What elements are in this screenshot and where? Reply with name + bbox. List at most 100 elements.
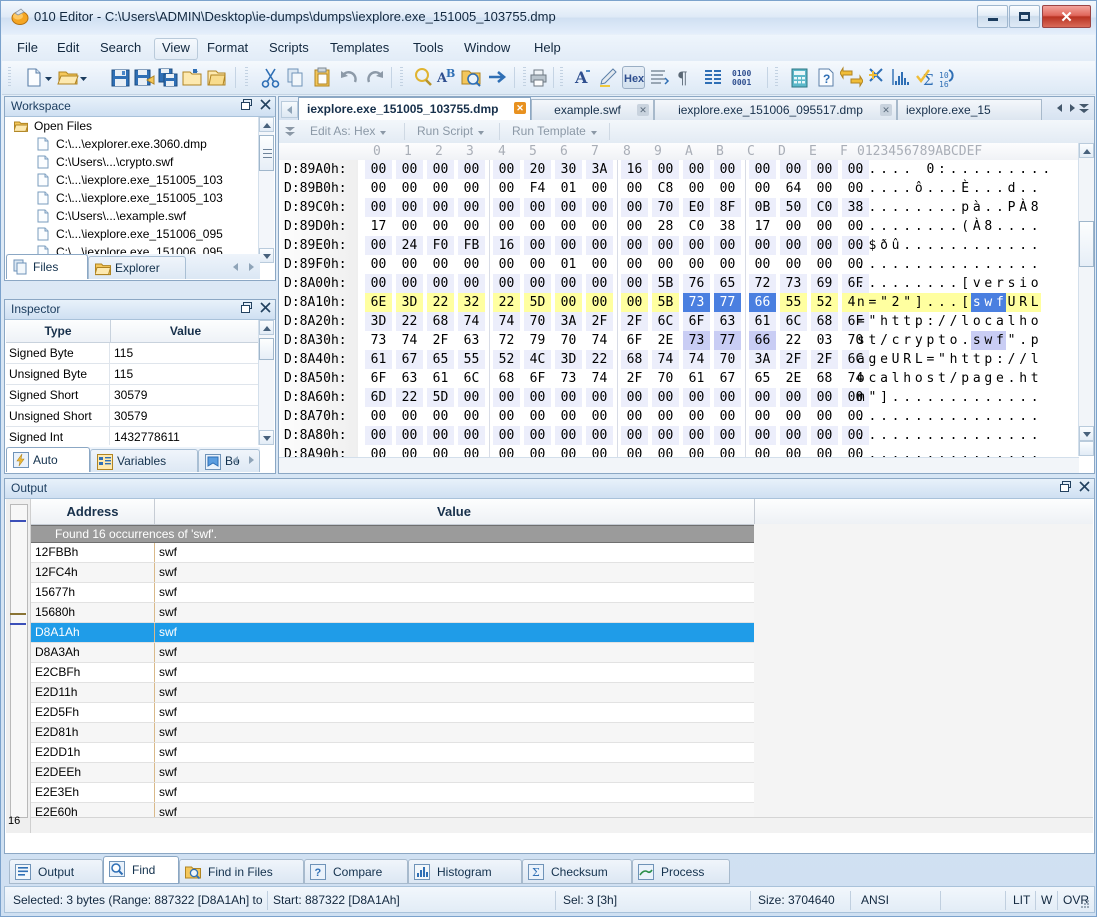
- hex-byte[interactable]: 61: [683, 369, 710, 388]
- hex-byte[interactable]: 6D: [365, 388, 392, 407]
- tab-find[interactable]: Find: [103, 856, 179, 884]
- hex-byte[interactable]: 00: [586, 179, 613, 198]
- hex-byte[interactable]: 65: [427, 350, 454, 369]
- open-folder-icon[interactable]: [181, 66, 204, 89]
- hex-byte[interactable]: 00: [621, 293, 648, 312]
- paste-icon[interactable]: [311, 66, 334, 89]
- highlight-icon[interactable]: [596, 66, 619, 89]
- hex-byte[interactable]: 5B: [652, 293, 679, 312]
- hex-byte[interactable]: 17: [365, 217, 392, 236]
- hex-byte[interactable]: 00: [621, 426, 648, 445]
- hex-byte[interactable]: 68: [427, 312, 454, 331]
- hex-byte[interactable]: 64: [780, 179, 807, 198]
- hex-row[interactable]: D:89E0h: 00 24 F0 FB 16 00 00 00 00 00 00 00 00 00 00 00…: [279, 236, 1079, 255]
- table-row[interactable]: Signed Short 30579: [6, 385, 260, 406]
- hex-byte[interactable]: 00: [458, 407, 485, 426]
- hex-byte[interactable]: 70: [524, 312, 551, 331]
- hex-byte[interactable]: 00: [365, 255, 392, 274]
- hex-row[interactable]: D:8A40h: 61 67 65 55 52 4C 3D 22 68 74 74 70 3A 2F 2F 6C…: [279, 350, 1079, 369]
- hex-byte[interactable]: 00: [458, 255, 485, 274]
- close-icon[interactable]: [1079, 481, 1090, 492]
- hex-byte[interactable]: 66: [749, 331, 776, 350]
- hex-byte[interactable]: 00: [524, 217, 551, 236]
- hex-byte[interactable]: 00: [749, 426, 776, 445]
- hex-byte[interactable]: 00: [458, 274, 485, 293]
- tabs-scroll-right-icon[interactable]: [249, 456, 254, 464]
- hex-byte[interactable]: 63: [714, 312, 741, 331]
- hex-byte[interactable]: 00: [586, 255, 613, 274]
- hex-byte[interactable]: 73: [365, 331, 392, 350]
- hex-byte[interactable]: C0: [811, 198, 838, 217]
- hex-byte[interactable]: 00: [396, 426, 423, 445]
- ascii-text[interactable]: .....ô...È...d..: [855, 179, 1041, 198]
- hex-byte[interactable]: 00: [396, 160, 423, 179]
- close-tab-icon[interactable]: ✕: [514, 102, 526, 114]
- hex-byte[interactable]: 00: [427, 274, 454, 293]
- workspace-tree[interactable]: Open Files C:\...\explorer.exe.3060.dmp …: [6, 117, 260, 263]
- hex-byte[interactable]: 00: [586, 388, 613, 407]
- tab-nav-next-icon[interactable]: [1070, 104, 1075, 112]
- hex-byte[interactable]: 00: [621, 198, 648, 217]
- hex-byte[interactable]: 52: [811, 293, 838, 312]
- ascii-text[interactable]: s t / c r y p t o. s w f ". p: [855, 331, 1041, 350]
- hex-byte[interactable]: 76: [683, 274, 710, 293]
- hex-byte[interactable]: 74: [683, 350, 710, 369]
- hex-byte[interactable]: 00: [586, 293, 613, 312]
- run-script-button[interactable]: Run Script: [410, 122, 489, 141]
- ascii-text[interactable]: ..... 0:.........: [855, 160, 1052, 179]
- hex-byte[interactable]: 00: [749, 407, 776, 426]
- menu-window[interactable]: Window: [457, 38, 517, 58]
- hex-byte[interactable]: 3D: [365, 312, 392, 331]
- hex-byte[interactable]: 00: [780, 255, 807, 274]
- hex-byte[interactable]: 73: [683, 293, 710, 312]
- hex-byte[interactable]: 2E: [652, 331, 679, 350]
- document-tab-0[interactable]: iexplore.exe_151005_103755.dmp ✕: [298, 97, 531, 120]
- maximize-button[interactable]: [1009, 5, 1040, 28]
- hex-byte[interactable]: 00: [555, 388, 582, 407]
- hex-byte[interactable]: 00: [524, 236, 551, 255]
- hex-byte[interactable]: 00: [683, 407, 710, 426]
- hex-byte[interactable]: 00: [427, 160, 454, 179]
- hex-byte[interactable]: 00: [652, 426, 679, 445]
- hex-byte[interactable]: 5D: [524, 293, 551, 312]
- hex-byte[interactable]: 00: [555, 274, 582, 293]
- hex-byte[interactable]: 22: [427, 293, 454, 312]
- ascii-text[interactable]: .........pà..PÀ8: [855, 198, 1041, 217]
- document-tab-3[interactable]: iexplore.exe_15: [897, 99, 1042, 120]
- scrollbar-thumb[interactable]: [259, 338, 274, 360]
- menu-edit[interactable]: Edit: [50, 38, 86, 58]
- hex-byte[interactable]: 2F: [811, 350, 838, 369]
- hex-byte[interactable]: 00: [365, 160, 392, 179]
- hex-byte[interactable]: 3D: [396, 293, 423, 312]
- hex-byte[interactable]: 00: [458, 198, 485, 217]
- hex-byte[interactable]: 5B: [652, 274, 679, 293]
- hex-byte[interactable]: 00: [749, 179, 776, 198]
- undock-icon[interactable]: [241, 302, 252, 313]
- hex-byte[interactable]: 00: [621, 255, 648, 274]
- table-row[interactable]: Unsigned Short 30579: [6, 406, 260, 427]
- hex-byte[interactable]: 00: [458, 426, 485, 445]
- hex-byte[interactable]: 00: [493, 388, 520, 407]
- hex-byte[interactable]: 72: [493, 331, 520, 350]
- hex-row[interactable]: D:8A70h: 00 00 00 00 00 00 00 00 00 00 00 00 00 00 00 00…: [279, 407, 1079, 426]
- hex-byte[interactable]: 63: [458, 331, 485, 350]
- scroll-down-button[interactable]: [1079, 426, 1094, 441]
- hex-byte[interactable]: C8: [652, 179, 679, 198]
- hex-byte[interactable]: 00: [780, 160, 807, 179]
- file-properties-icon[interactable]: ?: [815, 66, 838, 89]
- hex-byte[interactable]: 20: [524, 160, 551, 179]
- hex-byte[interactable]: 00: [524, 407, 551, 426]
- line-wrap-icon[interactable]: [648, 66, 671, 89]
- collapse-icon[interactable]: [282, 124, 298, 139]
- menu-tools[interactable]: Tools: [406, 38, 450, 58]
- hex-byte[interactable]: 0B: [749, 198, 776, 217]
- hex-byte[interactable]: 2F: [621, 312, 648, 331]
- hex-byte[interactable]: 22: [586, 350, 613, 369]
- hex-byte[interactable]: 00: [714, 236, 741, 255]
- output-horizontal-scrollbar[interactable]: [31, 817, 1093, 833]
- cut-icon[interactable]: [259, 66, 282, 89]
- hex-byte[interactable]: 6E: [365, 293, 392, 312]
- replace-icon[interactable]: AB: [436, 66, 459, 89]
- hex-byte[interactable]: 00: [458, 179, 485, 198]
- hex-byte[interactable]: 72: [749, 274, 776, 293]
